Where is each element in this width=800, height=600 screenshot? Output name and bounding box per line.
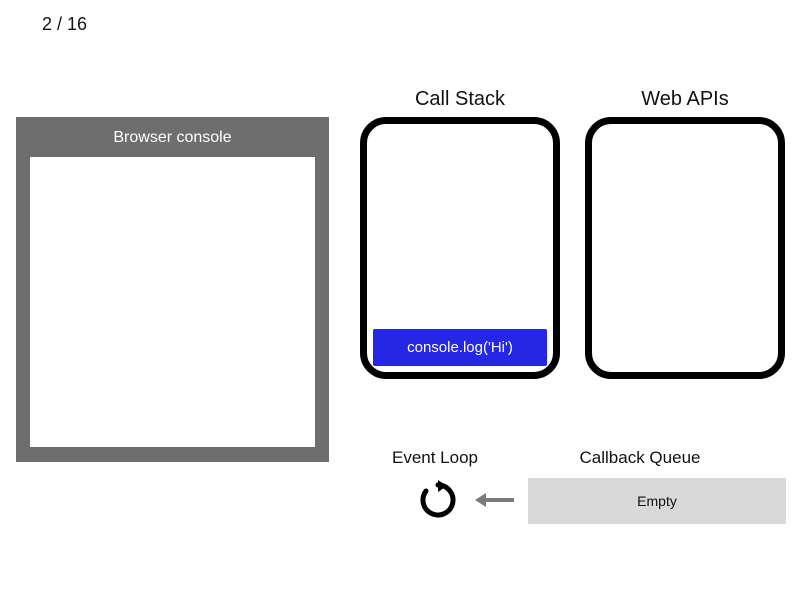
page-counter: 2 / 16 <box>42 14 87 35</box>
browser-console-title: Browser console <box>16 117 329 157</box>
browser-console-output <box>30 157 315 447</box>
web-apis-box <box>585 117 785 379</box>
callback-queue-box: Empty <box>528 478 786 524</box>
event-loop-heading: Event Loop <box>375 448 495 468</box>
arrow-left-icon <box>475 493 514 507</box>
callback-queue-empty-label: Empty <box>637 493 677 509</box>
callback-queue-heading: Callback Queue <box>560 448 720 468</box>
web-apis-heading: Web APIs <box>585 88 785 111</box>
browser-console-panel: Browser console <box>16 117 329 462</box>
event-loop-icon <box>418 480 458 520</box>
call-stack-box: console.log('Hi') <box>360 117 560 379</box>
call-stack-item: console.log('Hi') <box>373 329 547 366</box>
call-stack-heading: Call Stack <box>360 88 560 111</box>
